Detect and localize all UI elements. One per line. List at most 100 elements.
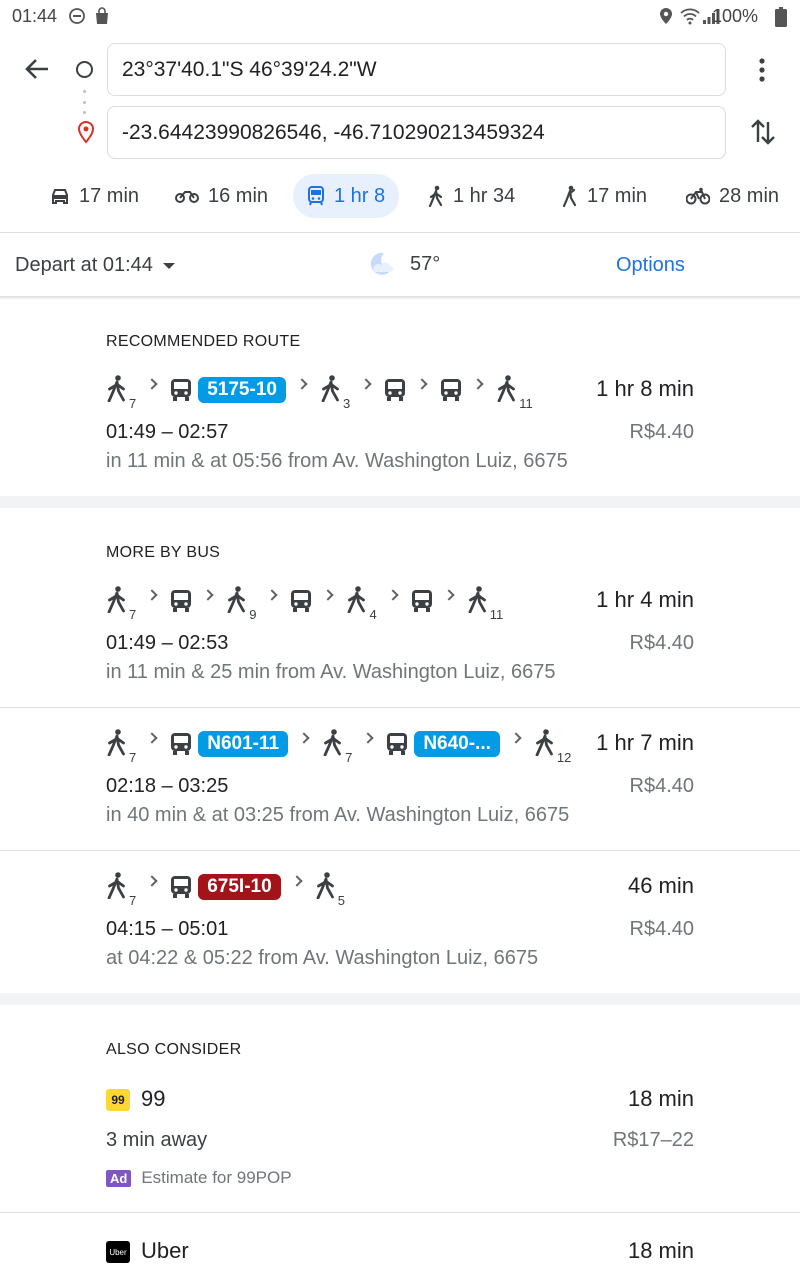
bus-line-badge: N601-11	[198, 731, 289, 757]
chevron-right-icon	[510, 732, 522, 744]
bus-icon	[384, 378, 406, 402]
bus-icon	[386, 732, 408, 756]
moon-icon	[370, 252, 393, 275]
route-card[interactable]: 7 675I-10 5 46 min 04:15 – 05:01 R$4.40 at 04:…	[0, 870, 800, 980]
ad-badge: Ad	[106, 1169, 132, 1187]
walk-icon	[106, 871, 128, 904]
tab-walking[interactable]: 1 hr 34	[428, 174, 515, 218]
route-duration: 1 hr 4 min	[596, 587, 694, 612]
chevron-right-icon	[296, 378, 308, 390]
walk-icon	[226, 585, 248, 618]
walk-minutes: 11	[519, 395, 533, 411]
tab-transit-label: 1 hr 8	[334, 184, 386, 207]
ride-option-duration: 18 min	[627, 1086, 694, 1111]
route-steps: 7 5175-10 3 11	[106, 373, 533, 411]
walk-icon	[106, 728, 128, 761]
weather-temp: 57°	[410, 252, 441, 275]
route-fare: R$4.40	[629, 918, 695, 940]
ride-option-uber[interactable]: Uber Uber 18 min	[0, 1238, 800, 1280]
transit-icon	[308, 186, 324, 206]
route-steps: 7 9 4 11	[106, 584, 503, 622]
tab-ride-hailing[interactable]: 17 min	[560, 174, 647, 218]
bus-icon	[290, 589, 312, 613]
bus-step: N640-...	[386, 731, 500, 757]
bus-line-badge: 5175-10	[198, 377, 286, 403]
walk-step: 7	[106, 374, 136, 411]
battery-icon	[775, 7, 787, 27]
route-card[interactable]: 7 5175-10 3 11 1 hr 8 min 01:49 – 02:57 R$4.40…	[0, 373, 800, 483]
bus-step: N601-11	[170, 731, 289, 757]
walk-step: 9	[226, 585, 256, 622]
ride-option-name: Uber	[141, 1238, 189, 1263]
route-note: in 40 min & at 03:25 from Av. Washington…	[106, 804, 570, 826]
tab-transit[interactable]: 1 hr 8	[293, 174, 400, 218]
route-note: in 11 min & at 05:56 from Av. Washington…	[106, 450, 568, 472]
tab-driving[interactable]: 17 min	[50, 174, 139, 218]
walk-icon	[106, 585, 128, 618]
route-note: in 11 min & 25 min from Av. Washington L…	[106, 661, 556, 683]
dnd-icon	[69, 8, 85, 24]
walk-minutes: 7	[129, 892, 137, 908]
walk-icon	[320, 374, 342, 407]
chevron-right-icon	[146, 589, 158, 601]
bus-line-badge: N640-...	[414, 731, 500, 757]
walk-step: 7	[106, 585, 136, 622]
uber-logo-icon: Uber	[106, 1241, 130, 1263]
bus-step	[384, 378, 406, 402]
origin-icon	[76, 61, 93, 78]
tab-cycling[interactable]: 28 min	[686, 174, 779, 218]
walk-icon	[534, 728, 556, 761]
route-times: 01:49 – 02:53	[106, 632, 229, 654]
route-fare: R$4.40	[629, 421, 695, 443]
bus-icon	[170, 378, 192, 402]
back-arrow-icon[interactable]	[22, 54, 52, 84]
route-steps: 7 675I-10 5	[106, 870, 345, 908]
swap-icon[interactable]	[748, 116, 778, 148]
walk-step: 7	[106, 728, 136, 765]
tab-motorcycle[interactable]: 16 min	[175, 174, 268, 218]
walk-icon	[467, 585, 489, 618]
depart-time-selector[interactable]: Depart at 01:44	[15, 254, 175, 277]
walk-icon	[315, 871, 337, 904]
walk-step: 12	[534, 728, 571, 765]
status-time: 01:44	[12, 6, 58, 26]
section-divider	[0, 496, 800, 508]
divider	[0, 1212, 800, 1213]
route-fare: R$4.40	[629, 632, 695, 654]
route-card[interactable]: 7 N601-11 7 N640-... 12 1 hr 7 min 02:18 – 03:…	[0, 727, 800, 837]
section-title-recommended: RECOMMENDED ROUTE	[106, 333, 301, 350]
chevron-right-icon	[202, 589, 214, 601]
tab-driving-label: 17 min	[79, 184, 140, 207]
tab-motorcycle-label: 16 min	[208, 184, 269, 207]
bus-icon	[170, 875, 192, 899]
travel-mode-tabs: 17 min 16 min 1 hr 8 1 hr 34 17 min 28 m…	[0, 172, 800, 220]
bus-step	[290, 589, 312, 613]
shopping-bag-icon	[96, 7, 108, 24]
chevron-right-icon	[146, 732, 158, 744]
motorcycle-icon	[175, 191, 199, 203]
origin-field[interactable]: 23°37'40.1"S 46°39'24.2"W	[107, 43, 726, 96]
walk-minutes: 3	[342, 395, 351, 411]
tab-ride-hailing-label: 17 min	[587, 184, 648, 207]
section-title-more-by-bus: MORE BY BUS	[106, 544, 221, 561]
chevron-right-icon	[387, 589, 399, 601]
chevron-right-icon	[472, 378, 484, 390]
chevron-right-icon	[360, 378, 372, 390]
route-times: 04:15 – 05:01	[106, 918, 229, 940]
chevron-right-icon	[443, 589, 455, 601]
walk-step: 11	[467, 585, 503, 622]
section-divider	[0, 993, 800, 1005]
walk-minutes: 4	[369, 606, 377, 622]
more-options-icon[interactable]	[752, 56, 772, 84]
ad-note: Ad Estimate for 99POP	[106, 1168, 292, 1188]
route-card[interactable]: 7 9 4 11 1 hr 4 min 01:49 – 02:53 R$4.40 in 11 …	[0, 584, 800, 694]
options-button[interactable]: Options	[616, 254, 685, 277]
ride-option-duration: 18 min	[627, 1238, 694, 1263]
chevron-right-icon	[416, 378, 428, 390]
destination-field[interactable]: -23.64423990826546, -46.710290213459324	[107, 106, 726, 159]
depart-label: Depart at 01:44	[15, 254, 153, 276]
bus-step	[411, 589, 433, 613]
ride-option-99[interactable]: 99 99 18 min 3 min away R$17–22 Ad Estim…	[0, 1086, 800, 1199]
battery-percent: 100%	[711, 6, 758, 26]
bus-step: 675I-10	[170, 874, 281, 900]
